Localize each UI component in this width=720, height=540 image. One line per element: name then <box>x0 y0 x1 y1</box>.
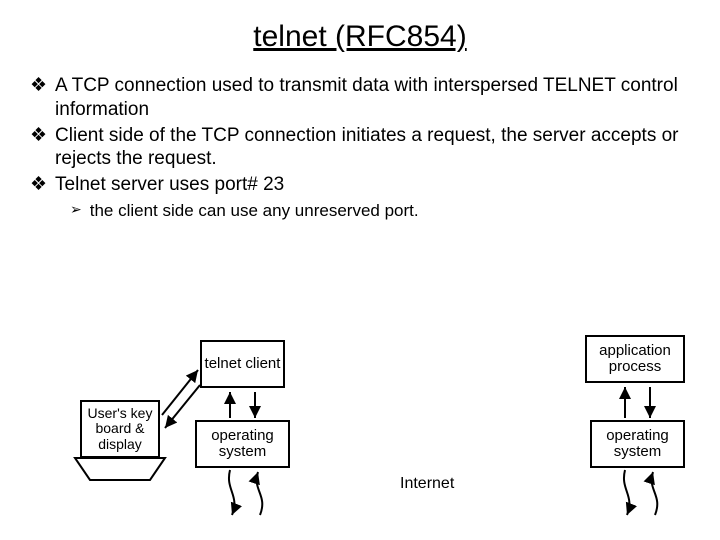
bullet-item: ❖ Telnet server uses port# 23 <box>30 173 690 197</box>
internet-label: Internet <box>400 475 454 493</box>
diamond-bullet-icon: ❖ <box>30 74 47 98</box>
bullet-item: ❖ Client side of the TCP connection init… <box>30 124 690 172</box>
sub-bullet-item: ➢ the client side can use any unreserved… <box>70 201 690 221</box>
bullet-text: Client side of the TCP connection initia… <box>55 124 690 172</box>
app-process-box: application process <box>585 335 685 383</box>
bullet-text: A TCP connection used to transmit data w… <box>55 74 690 122</box>
os-left-box: operating system <box>195 420 290 468</box>
bullet-text: Telnet server uses port# 23 <box>55 173 284 197</box>
diamond-bullet-icon: ❖ <box>30 124 47 148</box>
bullet-item: ❖ A TCP connection used to transmit data… <box>30 74 690 122</box>
user-box: User's key board & display <box>80 400 160 458</box>
sub-bullet-text: the client side can use any unreserved p… <box>90 201 419 221</box>
telnet-client-box: telnet client <box>200 340 285 388</box>
arrow-bullet-icon: ➢ <box>70 201 82 218</box>
diamond-bullet-icon: ❖ <box>30 173 47 197</box>
os-right-box: operating system <box>590 420 685 468</box>
bullet-list: ❖ A TCP connection used to transmit data… <box>0 64 720 221</box>
page-title: telnet (RFC854) <box>0 0 720 64</box>
architecture-diagram: User's key board & display telnet client… <box>0 310 720 540</box>
